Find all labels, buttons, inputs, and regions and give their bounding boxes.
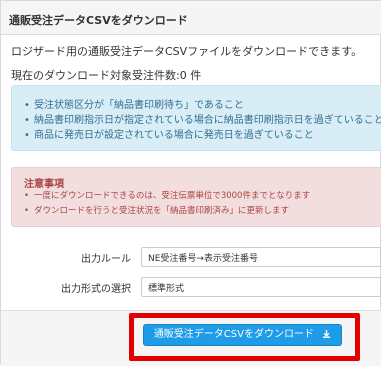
info-alert: • 受注状態区分が「納品書印刷待ち」であること • 納品書印刷指示日が指定されている… <box>11 85 381 151</box>
intro-text: ロジザード用の通販受注データCSVファイルをダウンロードできます。 <box>11 45 363 58</box>
info-item: • 商品に発売日が設定されている場合に発売日を過ぎていること <box>24 126 314 141</box>
warning-item-text: ダウンロードを行うと受注状況を「納品書印刷済み」に更新します <box>34 206 290 216</box>
warning-item: • 一度にダウンロードできるのは、受注伝票単位で3000件までとなります <box>24 189 310 201</box>
bullet-icon: • <box>24 100 30 111</box>
warning-item: • ダウンロードを行うと受注状況を「納品書印刷済み」に更新します <box>24 204 289 216</box>
info-item-text: 納品書印刷指示日が指定されている場合に納品書印刷指示日を過ぎていること <box>34 115 381 126</box>
download-button-label: 通販受注データCSVをダウンロード <box>153 329 314 340</box>
bullet-icon: • <box>24 191 30 201</box>
output-rule-label: 出力ルール <box>81 254 131 265</box>
bullet-icon: • <box>24 130 30 141</box>
bullet-icon: • <box>24 206 30 216</box>
download-csv-button[interactable]: 通販受注データCSVをダウンロード <box>143 324 342 346</box>
info-item-text: 受注状態区分が「納品書印刷待ち」であること <box>34 100 244 111</box>
info-item: • 受注状態区分が「納品書印刷待ち」であること <box>24 96 244 111</box>
warning-title: 注意事項 <box>24 179 64 190</box>
download-icon <box>322 327 331 347</box>
download-panel: 通販受注データCSVをダウンロード ロジザード用の通販受注データCSVファイルを… <box>0 0 381 366</box>
order-count-text: 現在のダウンロード対象受注件数:0 件 <box>11 69 202 82</box>
warning-alert: 注意事項 • 一度にダウンロードできるのは、受注伝票単位で3000件までとなります… <box>11 167 381 227</box>
output-format-select[interactable]: 標準形式 <box>141 277 381 297</box>
panel-title: 通販受注データCSVをダウンロード <box>9 14 188 27</box>
info-item-text: 商品に発売日が設定されている場合に発売日を過ぎていること <box>34 130 314 141</box>
warning-item-text: 一度にダウンロードできるのは、受注伝票単位で3000件までとなります <box>34 191 311 201</box>
info-item: • 納品書印刷指示日が指定されている場合に納品書印刷指示日を過ぎていること <box>24 111 381 126</box>
bullet-icon: • <box>24 115 30 126</box>
panel-header: 通販受注データCSVをダウンロード <box>1 1 381 35</box>
output-rule-field[interactable]: NE受注番号→表示受注番号 <box>141 247 381 267</box>
output-format-label: 出力形式の選択 <box>61 284 131 295</box>
